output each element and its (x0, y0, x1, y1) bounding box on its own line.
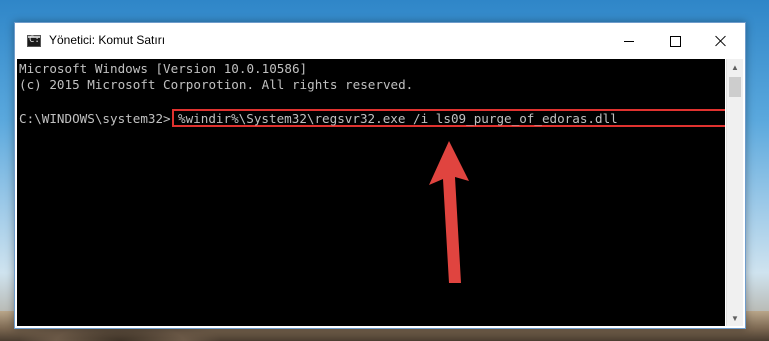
command-prompt-window: C: Yönetici: Komut Satırı Microsoft Wind… (14, 22, 746, 329)
red-arrow-icon (429, 141, 469, 283)
console-line-version: Microsoft Windows [Version 10.0.10586] (19, 61, 308, 76)
highlighted-command: %windir%\System32\regsvr32.exe /i ls09_p… (172, 109, 725, 127)
cmd-icon: C: (27, 35, 41, 47)
maximize-icon (669, 35, 681, 47)
console-prompt: C:\WINDOWS\system32> (19, 111, 171, 126)
scrollbar-thumb[interactable] (729, 77, 741, 97)
maximize-button[interactable] (652, 23, 698, 59)
close-button[interactable] (698, 23, 744, 59)
minimize-icon (624, 40, 634, 42)
console-output[interactable]: Microsoft Windows [Version 10.0.10586] (… (17, 59, 725, 326)
title-bar[interactable]: C: Yönetici: Komut Satırı (15, 23, 745, 59)
vertical-scrollbar[interactable]: ▲ ▼ (726, 59, 743, 326)
close-icon (715, 35, 727, 47)
minimize-button[interactable] (606, 23, 652, 59)
window-title: Yönetici: Komut Satırı (49, 33, 166, 47)
scroll-down-icon[interactable]: ▼ (727, 310, 743, 326)
scroll-up-icon[interactable]: ▲ (727, 59, 743, 75)
console-line-copyright: (c) 2015 Microsoft Corporotion. All righ… (19, 77, 414, 92)
